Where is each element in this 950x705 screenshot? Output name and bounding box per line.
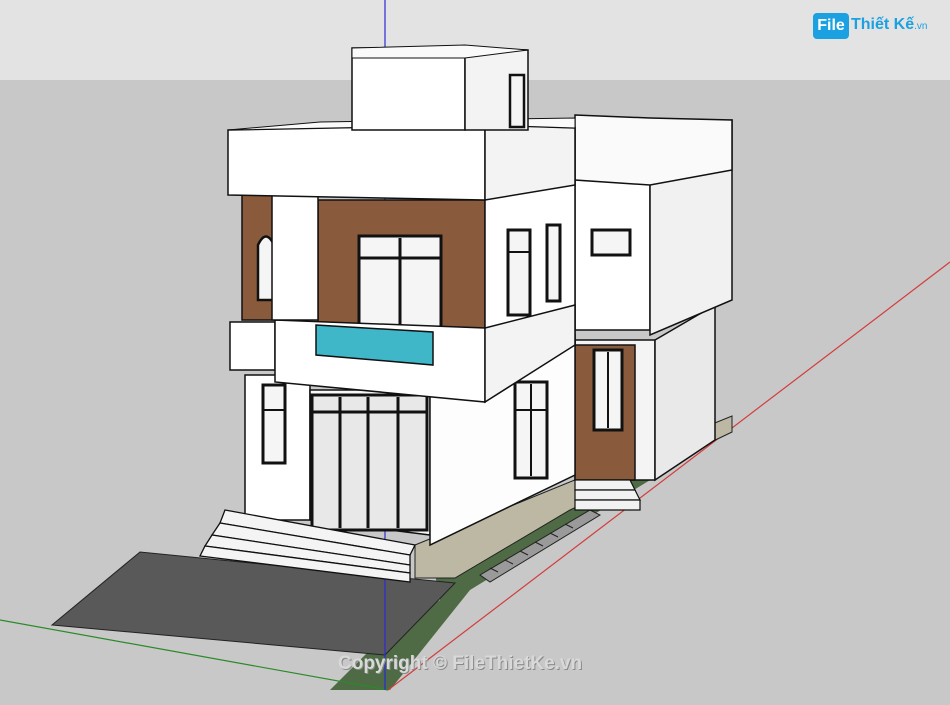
main-glass-doors <box>310 393 429 532</box>
logo-brand: Thiết Kế <box>851 16 915 33</box>
site-logo: File Thiết Kế.vn <box>813 13 937 43</box>
sketchup-viewport[interactable]: File Thiết Kế.vn Copyright © FileThietKe… <box>0 0 950 700</box>
model-scene[interactable] <box>0 0 950 700</box>
side-steps <box>574 479 641 511</box>
tower-door <box>508 73 526 129</box>
upper-side-window-1 <box>506 228 532 317</box>
copyright-watermark: Copyright © FileThietKe.vn <box>338 653 583 674</box>
logo-domain: .vn <box>914 21 928 32</box>
upper-side-window-2 <box>545 223 562 303</box>
logo-text: Thiết Kế.vn <box>851 16 927 34</box>
logo-file-badge: File <box>813 13 849 39</box>
stair-tower-front <box>351 47 466 131</box>
ground-left-window <box>261 383 287 465</box>
upper-right-window <box>590 228 632 257</box>
upper-balcony-door <box>357 234 443 333</box>
main-roof-front <box>227 124 486 201</box>
balcony-slab <box>229 321 276 371</box>
right-roof-band <box>574 114 733 186</box>
